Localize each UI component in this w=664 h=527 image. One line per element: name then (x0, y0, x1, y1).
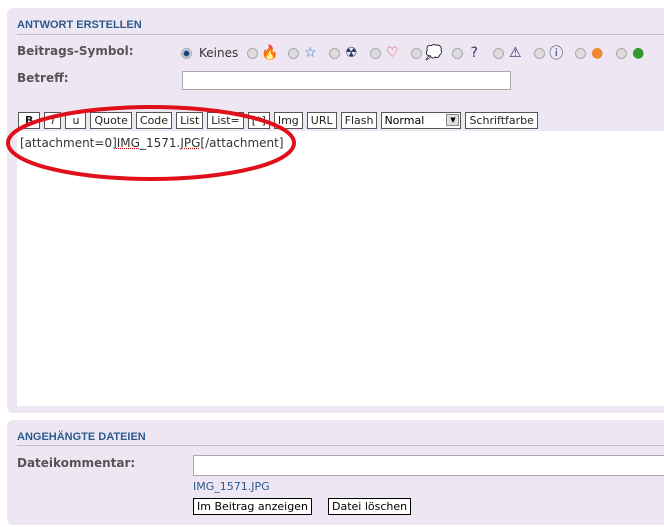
delete-file-button[interactable]: Datei löschen (328, 498, 412, 515)
comment-label: Dateikommentar: (17, 456, 136, 470)
attachment-filename-link[interactable]: IMG_1571.JPG (193, 480, 270, 493)
comment-input[interactable] (193, 455, 664, 476)
divider (17, 445, 664, 446)
section-title: ANGEHÄNGTE DATEIEN (17, 431, 146, 443)
show-in-post-button[interactable]: Im Beitrag anzeigen (193, 498, 312, 515)
attachments-panel: ANGEHÄNGTE DATEIEN Dateikommentar: IMG_1… (7, 420, 664, 525)
